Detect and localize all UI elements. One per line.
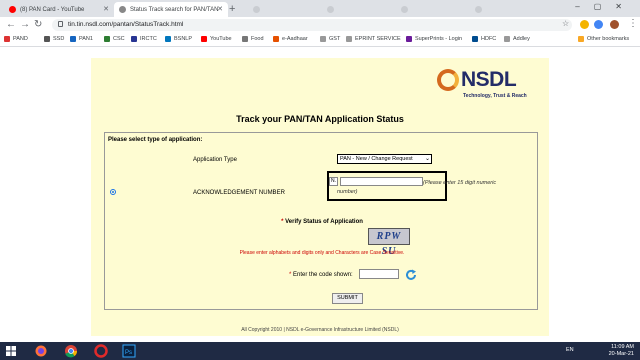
captcha-note: Please enter alphabets and digits only a… bbox=[239, 250, 405, 256]
tab-title: Status Track search for PAN/TAN bbox=[130, 6, 219, 13]
bookmark-item[interactable]: PAN1 bbox=[70, 36, 93, 42]
avatar[interactable] bbox=[610, 20, 619, 29]
bookmark-item[interactable]: CSC bbox=[104, 36, 125, 42]
menu-icon[interactable]: ⋮ bbox=[628, 18, 638, 30]
svg-text:Ps: Ps bbox=[125, 350, 132, 356]
bookmark-item[interactable]: BSNLP bbox=[165, 36, 192, 42]
new-tab-button[interactable]: + bbox=[229, 3, 235, 15]
photoshop-icon[interactable]: Ps bbox=[122, 344, 136, 358]
bookmark-icon bbox=[104, 36, 110, 42]
globe-icon bbox=[253, 6, 260, 13]
globe-icon bbox=[475, 6, 482, 13]
submit-button[interactable]: SUBMIT bbox=[332, 293, 363, 304]
url-text: tin.tin.nsdl.com/pantan/StatusTrack.html bbox=[68, 21, 184, 28]
status-form: Please select type of application: Appli… bbox=[104, 132, 538, 310]
clock-date: 20-Mar-21 bbox=[608, 351, 634, 357]
acknowledgement-number-input[interactable] bbox=[340, 177, 423, 186]
bookmark-icon bbox=[70, 36, 76, 42]
tab-title: (8) PAN Card - YouTube bbox=[20, 6, 85, 13]
window-controls[interactable]: –▢✕ bbox=[575, 2, 636, 11]
firefox-icon[interactable] bbox=[34, 344, 48, 358]
bookmark-icon bbox=[504, 36, 510, 42]
acknowledgement-label: ACKNOWLEDGEMENT NUMBER bbox=[193, 190, 285, 196]
bookmark-icon bbox=[406, 36, 412, 42]
bookmark-item[interactable]: EPRINT SERVICE bbox=[346, 36, 401, 42]
bookmark-item[interactable]: e-Aadhaar bbox=[273, 36, 308, 42]
bookmark-icon bbox=[273, 36, 279, 42]
acknowledgement-hint: (Please enter 15 digit numeric bbox=[423, 180, 497, 186]
application-type-label: Application Type bbox=[193, 157, 237, 163]
bookmark-item[interactable]: SuperPrints - Login bbox=[406, 36, 462, 42]
extension-icon[interactable] bbox=[580, 20, 589, 29]
bookmark-icon bbox=[242, 36, 248, 42]
address-bar[interactable]: tin.tin.nsdl.com/pantan/StatusTrack.html bbox=[52, 19, 572, 31]
status-track-panel: NSDL Technology, Trust & Reach Track you… bbox=[91, 58, 549, 336]
reload-icon[interactable]: ↻ bbox=[34, 19, 42, 31]
chevron-down-icon: ⌄ bbox=[424, 156, 430, 162]
globe-icon bbox=[119, 6, 126, 13]
acknowledgement-hint-continued: number) bbox=[337, 189, 358, 195]
acknowledgement-radio[interactable] bbox=[110, 189, 116, 195]
captcha-code-input[interactable] bbox=[359, 269, 399, 279]
footer-copyright: All Copyright 2010 | NSDL e-Governance I… bbox=[241, 327, 399, 333]
language-indicator[interactable]: EN bbox=[566, 347, 574, 353]
logo-swirl-icon bbox=[437, 69, 459, 91]
tab-background[interactable] bbox=[470, 2, 540, 17]
bookmark-icon bbox=[165, 36, 171, 42]
other-bookmarks[interactable]: Other bookmarks bbox=[578, 36, 629, 42]
bookmark-item[interactable]: Addley bbox=[504, 36, 530, 42]
lock-icon[interactable] bbox=[58, 21, 63, 27]
opera-icon[interactable] bbox=[94, 344, 108, 358]
star-icon[interactable]: ☆ bbox=[562, 19, 569, 28]
bookmark-item[interactable]: PAND bbox=[4, 36, 28, 42]
windows-taskbar: Ps EN 11:09 AM 20-Mar-21 bbox=[0, 342, 640, 360]
page-title: Track your PAN/TAN Application Status bbox=[236, 114, 404, 124]
tab-strip: (8) PAN Card - YouTube ✕ Status Track se… bbox=[0, 0, 640, 17]
bookmark-icon bbox=[44, 36, 50, 42]
globe-icon bbox=[401, 6, 408, 13]
application-type-select[interactable]: PAN - New / Change Request ⌄ bbox=[337, 154, 432, 164]
system-clock[interactable]: 11:09 AM 20-Mar-21 bbox=[609, 344, 634, 358]
chrome-icon[interactable] bbox=[64, 344, 78, 358]
clock-time: 11:09 AM bbox=[611, 344, 634, 350]
bookmark-item[interactable]: IRCTC bbox=[131, 36, 157, 42]
tab-background[interactable] bbox=[248, 2, 318, 17]
folder-icon bbox=[578, 36, 584, 42]
captcha-image: RPW SU bbox=[368, 228, 410, 257]
bookmarks-bar: PAND SSD PAN1 CSC IRCTC BSNLP YouTube Fo… bbox=[0, 33, 640, 47]
bookmark-icon bbox=[320, 36, 326, 42]
tab-youtube[interactable]: (8) PAN Card - YouTube ✕ bbox=[4, 2, 114, 17]
close-icon[interactable]: ✕ bbox=[217, 5, 223, 13]
bookmark-item[interactable]: SSD bbox=[44, 36, 64, 42]
verify-status-label: * Verify Status of Application bbox=[281, 219, 363, 225]
bookmark-icon bbox=[4, 36, 10, 42]
bookmark-item[interactable]: GST bbox=[320, 36, 340, 42]
refresh-icon[interactable] bbox=[405, 269, 417, 281]
acknowledgement-prefix: N. bbox=[329, 177, 338, 186]
windows-start-icon[interactable] bbox=[4, 344, 18, 358]
tab-status-track[interactable]: Status Track search for PAN/TAN ✕ bbox=[114, 2, 228, 17]
bookmark-icon bbox=[472, 36, 478, 42]
extension-icon[interactable] bbox=[594, 20, 603, 29]
youtube-icon bbox=[9, 6, 16, 13]
bookmark-icon bbox=[346, 36, 352, 42]
globe-icon bbox=[327, 6, 334, 13]
nsdl-logo: NSDL Technology, Trust & Reach bbox=[431, 66, 541, 104]
highlight-annotation bbox=[327, 171, 447, 201]
close-icon[interactable]: ✕ bbox=[103, 5, 109, 13]
browser-toolbar: ← → ↻ tin.tin.nsdl.com/pantan/StatusTrac… bbox=[0, 17, 640, 33]
tab-background[interactable] bbox=[396, 2, 466, 17]
bookmark-item[interactable]: HDFC bbox=[472, 36, 496, 42]
form-heading: Please select type of application: bbox=[108, 137, 203, 143]
web-page: NSDL Technology, Trust & Reach Track you… bbox=[0, 47, 640, 342]
back-icon[interactable]: ← bbox=[6, 19, 16, 31]
tab-background[interactable] bbox=[322, 2, 392, 17]
bookmark-item[interactable]: YouTube bbox=[201, 36, 232, 42]
bookmark-item[interactable]: Food bbox=[242, 36, 264, 42]
bookmark-icon bbox=[131, 36, 137, 42]
forward-icon[interactable]: → bbox=[20, 19, 30, 31]
code-label: * Enter the code shown: bbox=[289, 272, 353, 278]
youtube-icon bbox=[201, 36, 207, 42]
